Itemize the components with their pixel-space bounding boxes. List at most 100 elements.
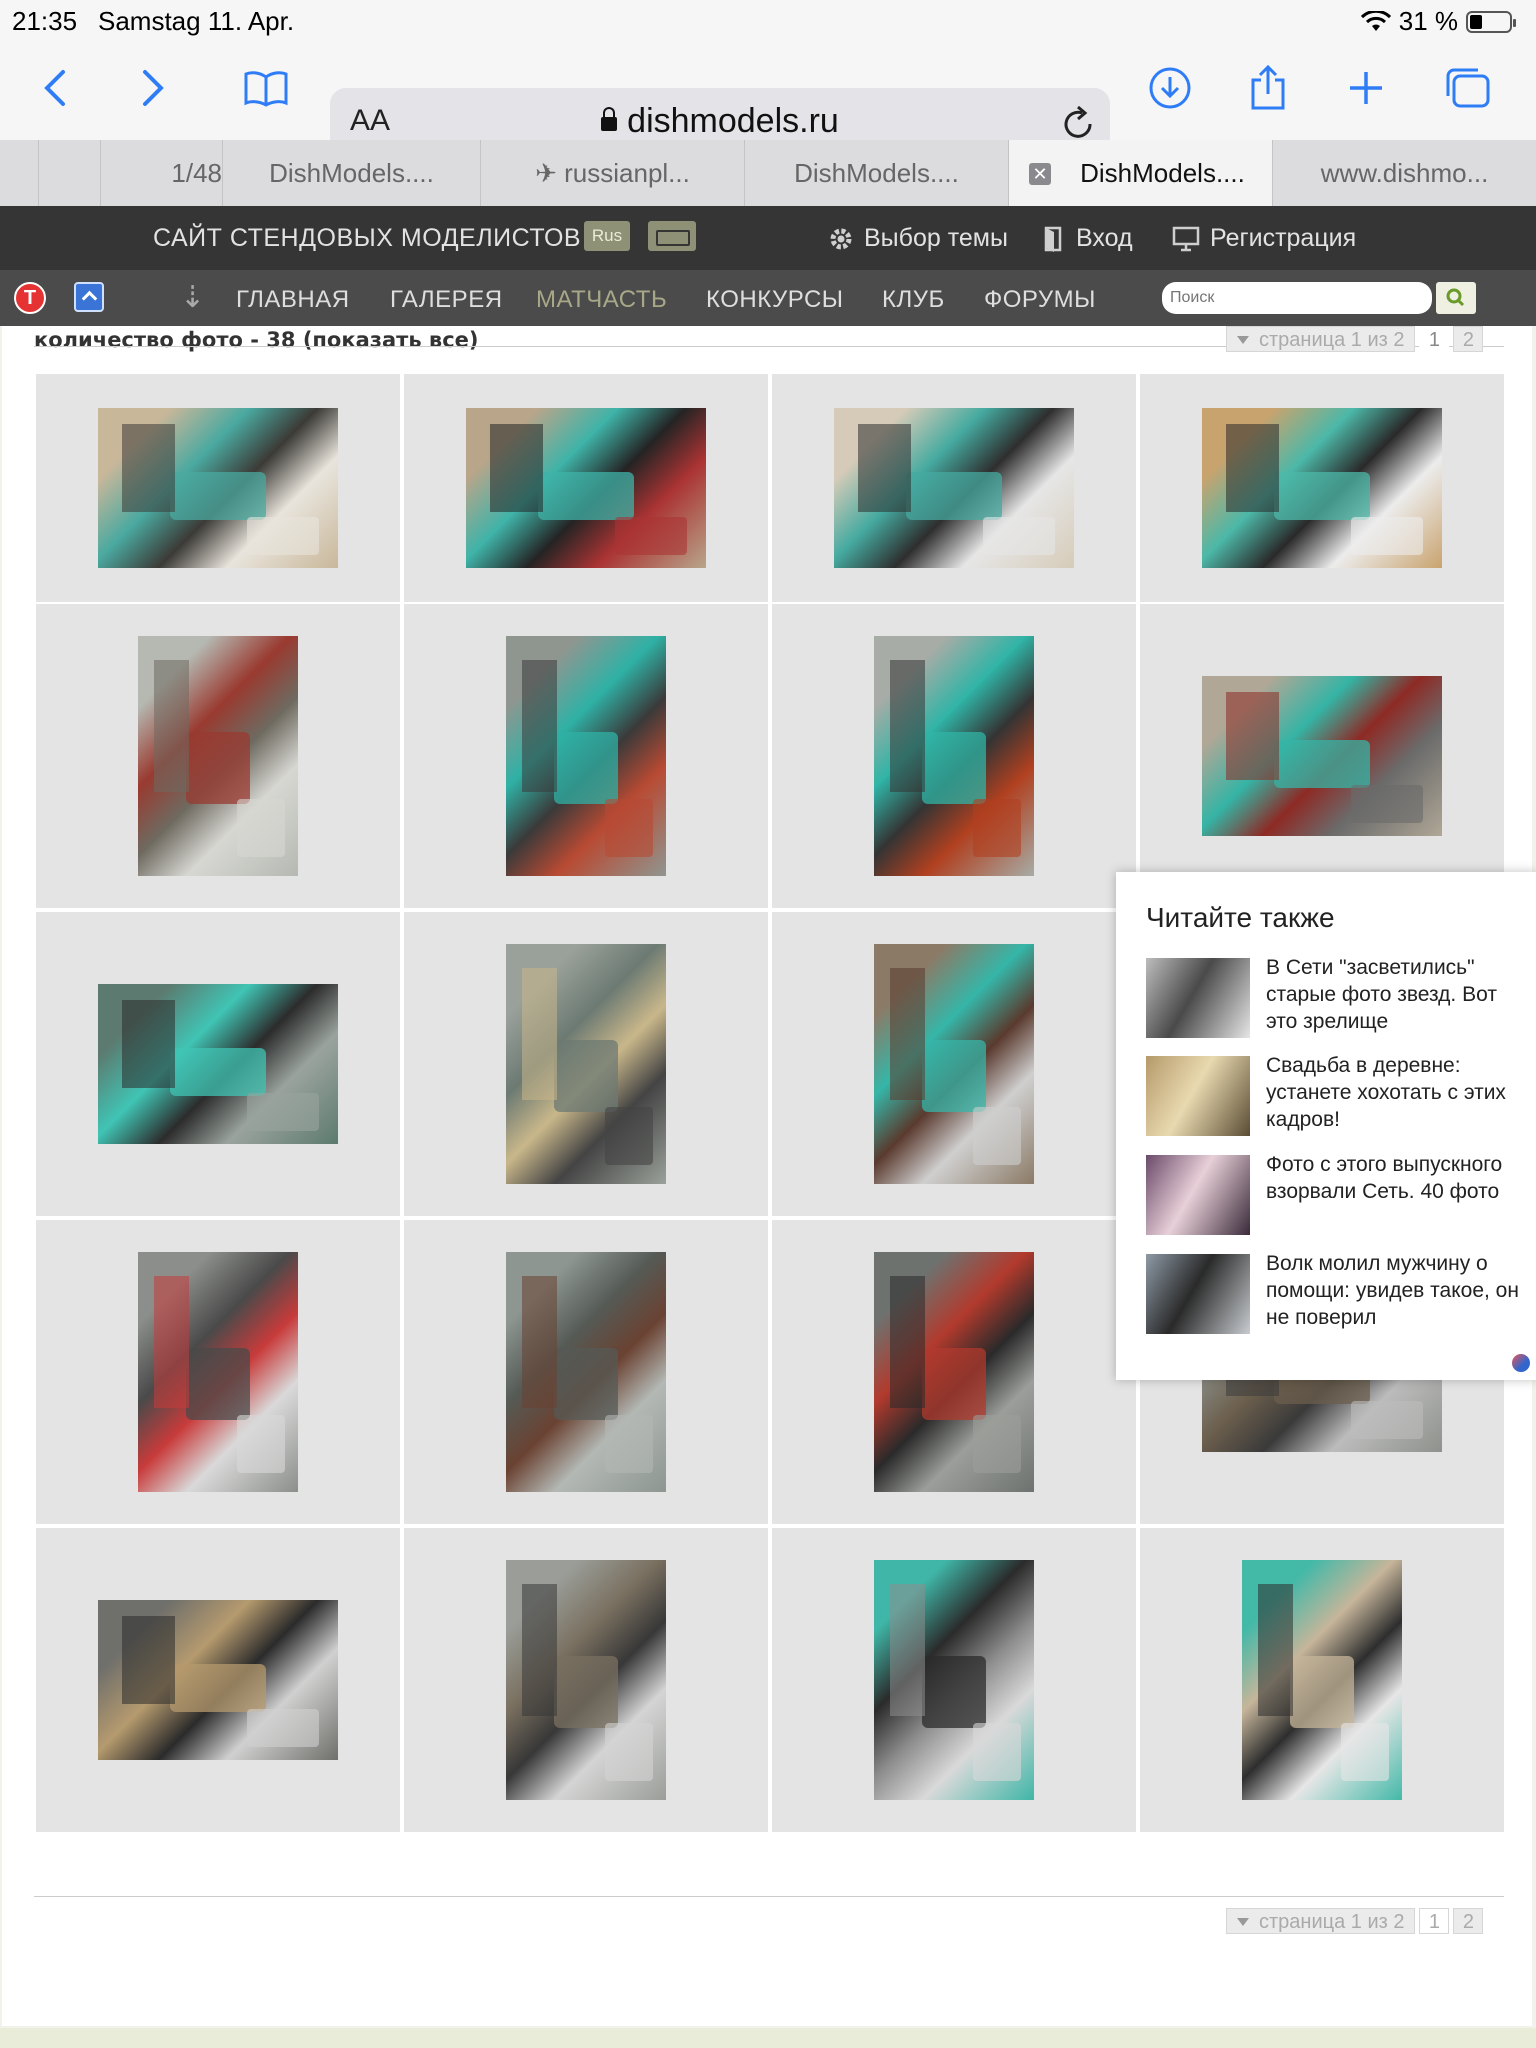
read-also-item[interactable]: Волк молил мужчину о помощи: увидев тако… [1146, 1250, 1526, 1334]
read-also-item[interactable]: Свадьба в деревне: устанете хохотать с э… [1146, 1052, 1526, 1136]
read-also-thumbnail[interactable] [1146, 1155, 1250, 1235]
nav-item-club[interactable]: КЛУБ [882, 286, 945, 314]
reload-icon[interactable] [1060, 104, 1096, 142]
read-also-thumbnail[interactable] [1146, 958, 1250, 1038]
nav-item-gallery[interactable]: ГАЛЕРЕЯ [390, 286, 503, 314]
gallery-cell [404, 1528, 768, 1832]
photo-thumbnail[interactable] [466, 408, 706, 568]
gallery-cell [36, 1528, 400, 1832]
photo-thumbnail[interactable] [138, 1252, 298, 1492]
read-also-widget: Читайте также В Сети "засветились" стары… [1116, 872, 1536, 1380]
gallery-cell [772, 604, 1136, 908]
nav-item-contests[interactable]: КОНКУРСЫ [706, 286, 844, 314]
theme-select[interactable]: Выбор темы [828, 224, 1008, 253]
read-also-thumbnail[interactable] [1146, 1056, 1250, 1136]
tabs-overview-button[interactable] [1438, 58, 1498, 118]
search-button[interactable] [1436, 282, 1476, 314]
photo-thumbnail[interactable] [1202, 408, 1442, 568]
new-tab-button[interactable] [1336, 58, 1396, 118]
nav-item-matchast[interactable]: МАТЧАСТЬ [536, 286, 667, 314]
page-select-bottom[interactable]: страница 1 из 2 [1226, 1908, 1416, 1934]
share-button[interactable] [1238, 58, 1298, 118]
login-link[interactable]: Вход [1044, 224, 1133, 253]
bookmarks-button[interactable] [236, 58, 296, 118]
page-1-link[interactable]: 1 [1419, 326, 1450, 352]
widget-logo-icon[interactable] [1512, 1354, 1530, 1372]
read-also-item[interactable]: В Сети "засветились" старые фото звезд. … [1146, 954, 1526, 1038]
page-2-link-bottom[interactable]: 2 [1453, 1908, 1484, 1934]
arrow-down-icon[interactable]: ⇣ [180, 280, 205, 315]
read-also-text[interactable]: Свадьба в деревне: устанете хохотать с э… [1266, 1052, 1526, 1133]
chevron-right-icon [143, 70, 164, 106]
nav-item-home[interactable]: ГЛАВНАЯ [236, 286, 350, 314]
photo-thumbnail[interactable] [874, 636, 1034, 876]
downloads-button[interactable] [1140, 58, 1200, 118]
photo-thumbnail[interactable] [98, 984, 338, 1144]
gallery-cell [404, 604, 768, 908]
photo-thumbnail[interactable] [874, 944, 1034, 1184]
gallery-cell [36, 1220, 400, 1524]
tab-5[interactable]: DishModels.... [744, 140, 1008, 206]
read-also-text[interactable]: В Сети "засветились" старые фото звезд. … [1266, 954, 1526, 1035]
gear-icon [830, 228, 852, 249]
search-input[interactable] [1162, 282, 1432, 314]
chevron-down-icon [1237, 336, 1249, 344]
book-icon [244, 71, 288, 107]
tab-2[interactable]: 1/48 [100, 140, 222, 206]
tabs-icon [1446, 68, 1490, 108]
photo-thumbnail[interactable] [1242, 1560, 1402, 1800]
photo-count: количество фото - 38 (показать все) [34, 328, 479, 352]
tab-4[interactable]: ✈ russianpl... [480, 140, 744, 206]
tab-1[interactable] [38, 140, 100, 206]
forward-button[interactable] [124, 58, 184, 118]
close-tab-icon[interactable]: ✕ [1029, 163, 1051, 185]
pager-bottom: страница 1 из 2 1 2 [1226, 1908, 1484, 1934]
photo-thumbnail[interactable] [506, 1252, 666, 1492]
photo-thumbnail[interactable] [874, 1560, 1034, 1800]
register-link[interactable]: Регистрация [1172, 224, 1356, 253]
search-icon [1446, 288, 1465, 307]
status-date: Samstag 11. Apr. [98, 6, 295, 36]
tab-6-active[interactable]: ✕ DishModels.... [1008, 140, 1272, 206]
gallery-cell [1140, 604, 1504, 908]
gallery-cell [36, 604, 400, 908]
battery-percent: 31 % [1398, 6, 1458, 36]
language-button[interactable]: Rus [584, 221, 630, 251]
photo-thumbnail[interactable] [1202, 676, 1442, 836]
keyboard-icon[interactable] [648, 221, 696, 251]
back-button[interactable] [24, 58, 84, 118]
browser-toolbar: AA dishmodels.ru [0, 40, 1536, 160]
chevron-down-icon [1237, 1918, 1249, 1926]
read-also-text[interactable]: Фото с этого выпускного взорвали Сеть. 4… [1266, 1151, 1526, 1205]
photo-thumbnail[interactable] [98, 1600, 338, 1760]
photo-thumbnail[interactable] [98, 408, 338, 568]
photo-thumbnail[interactable] [874, 1252, 1034, 1492]
page-1-link-bottom[interactable]: 1 [1419, 1908, 1450, 1934]
gallery-cell [36, 912, 400, 1216]
tab-3[interactable]: DishModels.... [222, 140, 480, 206]
nav-item-forums[interactable]: ФОРУМЫ [984, 286, 1096, 314]
page-select[interactable]: страница 1 из 2 [1226, 326, 1416, 352]
scroll-up-icon[interactable] [74, 282, 104, 312]
show-all-link[interactable]: (показать все) [303, 328, 479, 352]
photo-thumbnail[interactable] [506, 636, 666, 876]
gallery-cell [772, 1528, 1136, 1832]
read-also-item[interactable]: Фото с этого выпускного взорвали Сеть. 4… [1146, 1151, 1526, 1235]
page-footer-strip [0, 2028, 1536, 2048]
door-icon [1044, 226, 1062, 252]
photo-thumbnail[interactable] [506, 944, 666, 1184]
page-2-link[interactable]: 2 [1453, 326, 1484, 352]
photo-thumbnail[interactable] [138, 636, 298, 876]
lock-icon [601, 107, 618, 131]
tab-7[interactable]: www.dishmo... [1272, 140, 1536, 206]
url-host: dishmodels.ru [627, 102, 839, 140]
read-also-thumbnail[interactable] [1146, 1254, 1250, 1334]
photo-thumbnail[interactable] [834, 408, 1074, 568]
photo-thumbnail[interactable] [506, 1560, 666, 1800]
status-time: 21:35 [12, 6, 78, 36]
gallery-cell [772, 1220, 1136, 1524]
site-title[interactable]: САЙТ СТЕНДОВЫХ МОДЕЛИСТОВ [153, 224, 581, 253]
t-badge-icon[interactable]: T [14, 282, 46, 314]
read-also-text[interactable]: Волк молил мужчину о помощи: увидев тако… [1266, 1250, 1526, 1331]
main-nav: T ⇣ ГЛАВНАЯ ГАЛЕРЕЯ МАТЧАСТЬ КОНКУРСЫ КЛ… [0, 270, 1536, 326]
